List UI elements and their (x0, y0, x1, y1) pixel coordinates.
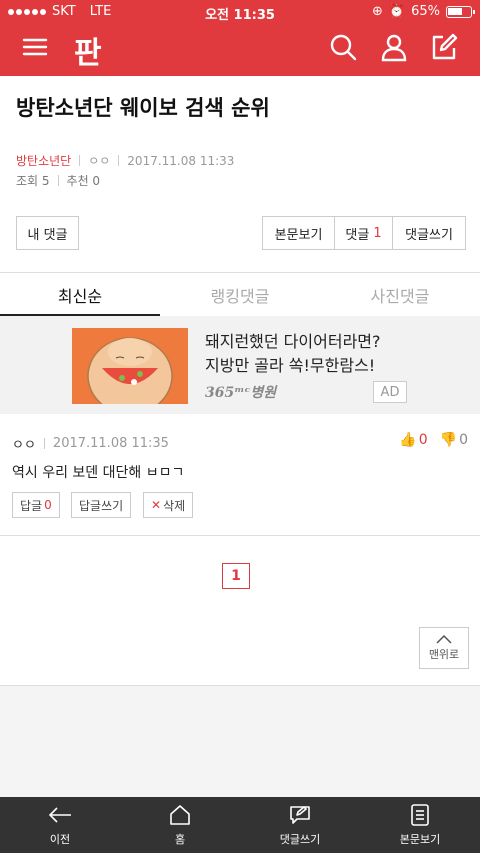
edit-icon (432, 33, 458, 60)
nav-write-comment[interactable]: 댓글쓰기 (240, 797, 360, 853)
document-icon (411, 804, 429, 826)
nav-home-label: 홈 (174, 833, 186, 846)
delete-label: 삭제 (163, 498, 186, 513)
reply-label: 답글 (20, 498, 43, 513)
post-datetime: 2017.11.08 11:33 (127, 153, 235, 168)
comment-action-group: 본문보기 댓글 1 댓글쓰기 (262, 216, 466, 250)
delete-button[interactable]: ✕ 삭제 (143, 492, 194, 518)
nav-home[interactable]: 홈 (120, 797, 240, 853)
nav-back-label: 이전 (49, 833, 71, 846)
comments-button[interactable]: 댓글 1 (335, 217, 393, 249)
comment-text: 역시 우리 보덴 대단해 ㅂㅁㄱ (12, 465, 185, 481)
tab-latest[interactable]: 최신순 (0, 274, 160, 316)
to-top-label: 맨위로 (428, 648, 460, 661)
nav-write-comment-label: 댓글쓰기 (279, 833, 321, 846)
comment-datetime: 2017.11.08 11:35 (52, 436, 169, 451)
write-button[interactable] (429, 32, 459, 62)
lock-rotation-icon: ⊕ (372, 4, 383, 19)
divider (0, 535, 480, 536)
dislike-button[interactable]: 👎 0 (440, 432, 468, 448)
my-comments-button[interactable]: 내 댓글 (16, 216, 79, 250)
ad-image[interactable] (72, 328, 188, 404)
user-icon (381, 34, 407, 62)
like-count: 0 (418, 432, 428, 448)
ad-headline[interactable]: 돼지런했던 다이어터라면? (205, 328, 381, 352)
nav-view-body-label: 본문보기 (399, 833, 441, 846)
tab-photo[interactable]: 사진댓글 (320, 274, 480, 316)
post-recommend: 추천 0 (66, 174, 101, 188)
comment-votes: 👍 0 👎 0 (399, 432, 468, 448)
battery-percent: 65% (411, 4, 440, 19)
post-views: 조회 5 (16, 174, 50, 188)
write-comment-button[interactable]: 댓글쓰기 (393, 217, 465, 249)
menu-button[interactable] (20, 32, 50, 62)
post-category[interactable]: 방탄소년단 (16, 152, 71, 169)
divider (0, 272, 480, 273)
thumbs-down-icon: 👎 (439, 432, 458, 448)
home-icon (170, 805, 190, 825)
bottom-nav: 이전 홈 댓글쓰기 본문보기 (0, 797, 480, 853)
reply-button[interactable]: 답글 0 (12, 492, 60, 518)
post-author: ㅇㅇ (88, 154, 111, 168)
profile-button[interactable] (379, 32, 409, 62)
tab-ranking[interactable]: 랭킹댓글 (160, 274, 320, 316)
comments-count: 1 (373, 225, 382, 241)
ad-badge: AD (373, 381, 407, 403)
comment-edit-icon (290, 806, 310, 824)
hamburger-icon (22, 38, 48, 56)
comment-tabs: 최신순 랭킹댓글 사진댓글 (0, 274, 480, 316)
to-top-button[interactable]: 맨위로 (419, 627, 469, 669)
status-bar: SKT LTE 오전 11:35 ⊕ ⏰ 65% (0, 0, 480, 24)
dislike-count: 0 (459, 432, 468, 448)
footer-spacer (0, 686, 480, 797)
close-icon: ✕ (151, 498, 162, 512)
comments-label: 댓글 (345, 227, 370, 243)
post-meta: 방탄소년단 ㅇㅇ 2017.11.08 11:33 (16, 152, 234, 169)
arrow-left-icon (48, 807, 71, 823)
battery-icon (446, 5, 475, 18)
view-body-button[interactable]: 본문보기 (263, 217, 335, 249)
ad-subline[interactable]: 지방만 골라 쏙!무한람스! (205, 352, 375, 376)
top-bar: SKT LTE 오전 11:35 ⊕ ⏰ 65% 판 (0, 0, 480, 76)
write-reply-button[interactable]: 답글쓰기 (71, 492, 132, 518)
comment-meta: ㅇㅇ 2017.11.08 11:35 (12, 434, 169, 453)
chevron-up-icon (436, 634, 452, 644)
search-button[interactable] (328, 32, 358, 62)
pagination-current[interactable]: 1 (222, 563, 250, 589)
post-stats: 조회 5 추천 0 (16, 172, 100, 189)
nav-view-body[interactable]: 본문보기 (360, 797, 480, 853)
search-icon (330, 34, 357, 61)
comment-author: ㅇㅇ (12, 438, 36, 453)
post-title: 방탄소년단 웨이보 검색 순위 (16, 96, 270, 120)
like-button[interactable]: 👍 0 (399, 432, 427, 448)
nav-back[interactable]: 이전 (0, 797, 120, 853)
thumbs-up-icon: 👍 (399, 432, 417, 448)
ad-brand: 365ᵐᶜ병원 (205, 385, 277, 401)
reply-count: 0 (44, 498, 52, 512)
alarm-icon: ⏰ (388, 4, 406, 19)
logo[interactable]: 판 (74, 28, 102, 72)
